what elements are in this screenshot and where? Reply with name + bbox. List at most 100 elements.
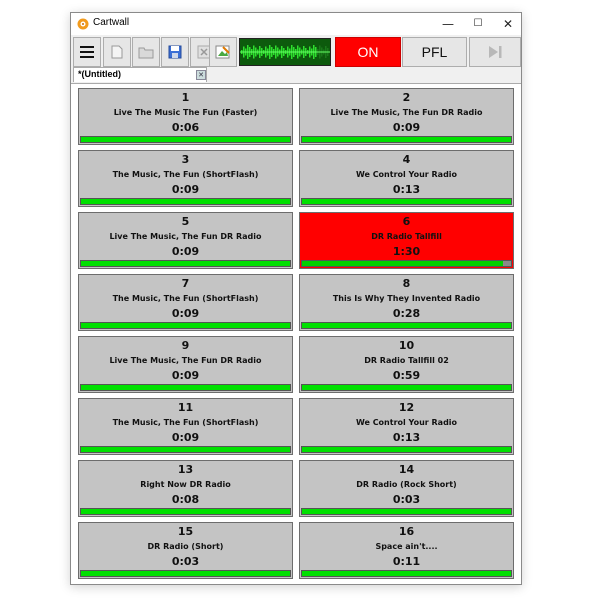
cart-progress-bar	[301, 322, 512, 329]
cart-progress-bar	[80, 570, 291, 577]
cart-title: DR Radio (Short)	[147, 542, 224, 551]
cart-duration: 0:09	[171, 431, 200, 444]
cartwall-window: Cartwall — ☐ ✕ ON PFL *(Untitled) ✕ 1 Li…	[70, 12, 522, 585]
cart-duration: 0:11	[392, 555, 421, 568]
cart-progress-bar	[80, 260, 291, 267]
edit-image-icon	[215, 45, 230, 59]
cart-progress-fill	[302, 199, 511, 204]
cart-button-5[interactable]: 5 Live The Music, The Fun DR Radio 0:09	[78, 212, 293, 269]
cart-button-3[interactable]: 3 The Music, The Fun (ShortFlash) 0:09	[78, 150, 293, 207]
cart-duration: 0:03	[171, 555, 200, 568]
cart-progress-bar	[301, 446, 512, 453]
cart-button-10[interactable]: 10 DR Radio Tallfill 02 0:59	[299, 336, 514, 393]
cart-title: We Control Your Radio	[355, 418, 458, 427]
cart-progress-bar	[301, 508, 512, 515]
cart-title: DR Radio (Rock Short)	[356, 480, 457, 489]
on-air-button[interactable]: ON	[335, 37, 401, 67]
cart-progress-fill	[302, 509, 511, 514]
cart-duration: 0:09	[171, 245, 200, 258]
cart-number: 16	[398, 525, 415, 538]
cart-button-6[interactable]: 6 DR Radio Tallfill 1:30	[299, 212, 514, 269]
cart-duration: 0:09	[171, 369, 200, 382]
window-title: Cartwall	[93, 17, 130, 28]
cart-duration: 0:59	[392, 369, 421, 382]
cart-title: Space ain't....	[375, 542, 438, 551]
cart-duration: 0:09	[171, 307, 200, 320]
play-next-button[interactable]	[469, 37, 521, 67]
cart-number: 10	[398, 339, 415, 352]
tab-strip: *(Untitled) ✕	[71, 67, 521, 83]
cart-button-16[interactable]: 16 Space ain't.... 0:11	[299, 522, 514, 579]
save-icon	[168, 45, 182, 59]
cart-duration: 1:30	[392, 245, 421, 258]
cart-number: 14	[398, 463, 415, 476]
cart-progress-fill	[302, 323, 511, 328]
cart-progress-bar	[301, 260, 512, 267]
close-button[interactable]: ✕	[493, 13, 523, 35]
cart-progress-bar	[301, 384, 512, 391]
cart-title: Live The Music, The Fun DR Radio	[330, 108, 483, 117]
tab-close-icon[interactable]: ✕	[196, 70, 206, 80]
cart-number: 2	[402, 91, 411, 104]
cart-progress-bar	[80, 136, 291, 143]
cart-duration: 0:03	[392, 493, 421, 506]
cart-progress-fill	[81, 261, 290, 266]
cart-number: 5	[181, 215, 190, 228]
cart-progress-bar	[80, 322, 291, 329]
cart-button-15[interactable]: 15 DR Radio (Short) 0:03	[78, 522, 293, 579]
cart-button-1[interactable]: 1 Live The Music The Fun (Faster) 0:06	[78, 88, 293, 145]
pfl-button[interactable]: PFL	[402, 37, 467, 67]
cart-progress-fill	[81, 323, 290, 328]
cart-duration: 0:08	[171, 493, 200, 506]
cart-progress-fill	[81, 447, 290, 452]
cart-title: Right Now DR Radio	[140, 480, 231, 489]
edit-button[interactable]	[209, 37, 237, 67]
level-meter	[239, 38, 331, 66]
cart-duration: 0:28	[392, 307, 421, 320]
cart-button-14[interactable]: 14 DR Radio (Rock Short) 0:03	[299, 460, 514, 517]
cart-number: 6	[402, 215, 411, 228]
cart-progress-fill	[81, 509, 290, 514]
cart-progress-bar	[80, 384, 291, 391]
cart-button-13[interactable]: 13 Right Now DR Radio 0:08	[78, 460, 293, 517]
app-icon	[77, 18, 89, 30]
tab-label: *(Untitled)	[78, 69, 121, 79]
cart-number: 8	[402, 277, 411, 290]
cart-button-7[interactable]: 7 The Music, The Fun (ShortFlash) 0:09	[78, 274, 293, 331]
cart-number: 1	[181, 91, 190, 104]
cart-title: The Music, The Fun (ShortFlash)	[112, 294, 259, 303]
cart-progress-fill	[302, 261, 503, 266]
menu-button[interactable]	[73, 37, 101, 67]
cart-number: 3	[181, 153, 190, 166]
maximize-button[interactable]: ☐	[463, 13, 493, 35]
skip-forward-icon	[489, 46, 502, 58]
cart-button-4[interactable]: 4 We Control Your Radio 0:13	[299, 150, 514, 207]
cart-progress-fill	[302, 137, 511, 142]
open-button[interactable]	[132, 37, 160, 67]
cart-duration: 0:09	[392, 121, 421, 134]
cart-progress-fill	[81, 137, 290, 142]
cart-progress-fill	[81, 571, 290, 576]
cart-title: Live The Music The Fun (Faster)	[113, 108, 258, 117]
new-button[interactable]	[103, 37, 131, 67]
cart-duration: 0:13	[392, 431, 421, 444]
save-button[interactable]	[161, 37, 189, 67]
cart-button-2[interactable]: 2 Live The Music, The Fun DR Radio 0:09	[299, 88, 514, 145]
cart-progress-fill	[81, 199, 290, 204]
cart-button-12[interactable]: 12 We Control Your Radio 0:13	[299, 398, 514, 455]
hamburger-icon	[80, 46, 94, 58]
cart-button-11[interactable]: 11 The Music, The Fun (ShortFlash) 0:09	[78, 398, 293, 455]
cart-progress-bar	[301, 198, 512, 205]
tab-untitled[interactable]: *(Untitled) ✕	[73, 67, 207, 82]
cart-title: DR Radio Tallfill	[371, 232, 442, 241]
open-folder-icon	[138, 47, 154, 58]
title-bar: Cartwall — ☐ ✕	[71, 13, 521, 35]
cart-progress-bar	[80, 198, 291, 205]
cart-number: 11	[177, 401, 194, 414]
cart-button-9[interactable]: 9 Live The Music, The Fun DR Radio 0:09	[78, 336, 293, 393]
cart-progress-bar	[80, 446, 291, 453]
cart-progress-fill	[302, 571, 511, 576]
minimize-button[interactable]: —	[433, 13, 463, 35]
cart-button-8[interactable]: 8 This Is Why They Invented Radio 0:28	[299, 274, 514, 331]
cart-duration: 0:13	[392, 183, 421, 196]
